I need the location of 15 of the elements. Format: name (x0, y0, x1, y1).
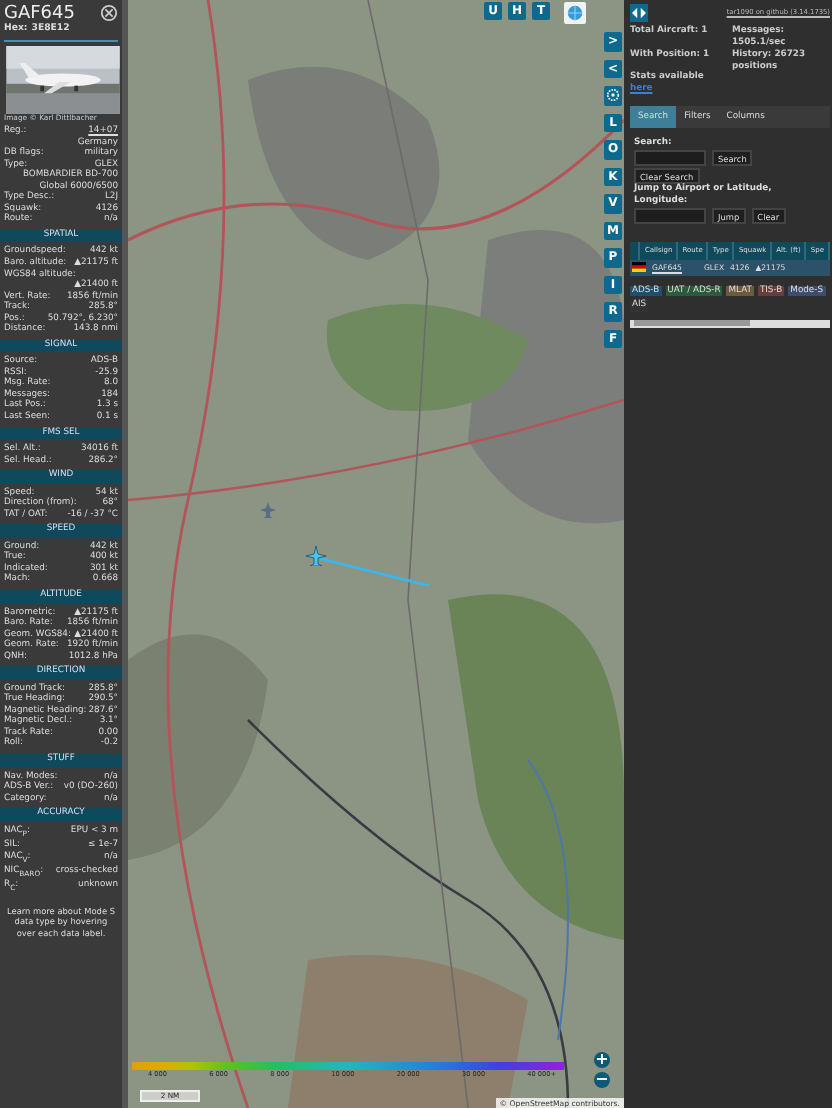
close-icon[interactable] (100, 4, 118, 22)
settings-icon (606, 88, 620, 103)
panel-toggle-button[interactable] (630, 4, 648, 22)
scrollbar[interactable] (630, 319, 830, 328)
plane-icon (260, 502, 276, 518)
arrows-icon (632, 6, 646, 20)
jump-field[interactable] (634, 208, 706, 225)
flag-icon (632, 262, 646, 273)
track-line (318, 558, 430, 586)
plane-icon (306, 546, 326, 566)
settings-button[interactable] (604, 86, 622, 105)
search-field[interactable] (634, 150, 706, 167)
globe-button[interactable] (564, 2, 586, 24)
callsign: GAF645 (4, 4, 75, 24)
globe-icon (566, 4, 584, 22)
